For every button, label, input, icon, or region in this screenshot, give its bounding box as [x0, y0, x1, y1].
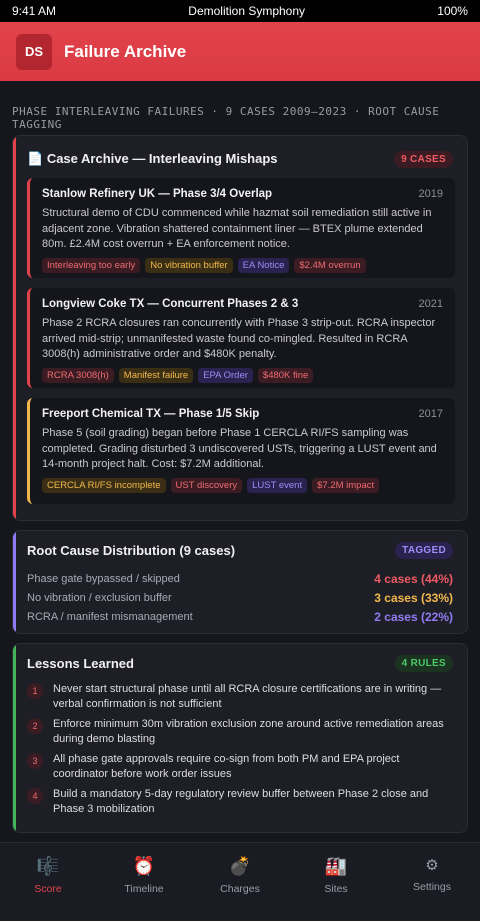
status-bar: 9:41 AM Demolition Symphony 100% — [0, 0, 480, 22]
root-cause-card: Root Cause Distribution (9 cases) TAGGED… — [12, 530, 468, 634]
lesson-text: Build a mandatory 5-day regulatory revie… — [53, 788, 429, 815]
case-tag: Interleaving too early — [42, 257, 141, 273]
case-title: Stanlow Refinery UK — Phase 3/4 Overlap — [42, 188, 273, 200]
rules-badge: 4 RULES — [394, 654, 453, 672]
nav-sites[interactable]: 🏭 Sites — [288, 843, 384, 921]
lesson-text: Enforce minimum 30m vibration exclusion … — [53, 718, 444, 745]
case-tag: UST discovery — [170, 477, 243, 493]
nav-label: Timeline — [124, 883, 164, 895]
document-icon: 📄 — [27, 151, 44, 166]
lesson-number: 3 — [27, 753, 43, 769]
root-cause-label: RCRA / manifest mismanagement — [27, 610, 193, 623]
case-tag: RCRA 3008(h) — [42, 367, 114, 383]
root-cause-row: Phase gate bypassed / skipped 4 cases (4… — [13, 569, 467, 588]
root-cause-label: No vibration / exclusion buffer — [27, 591, 172, 604]
case-description: Phase 5 (soil grading) began before Phas… — [42, 427, 437, 470]
nav-label: Sites — [324, 883, 348, 895]
lesson-number: 2 — [27, 718, 43, 734]
root-cause-value: 3 cases (33%) — [374, 590, 453, 605]
gear-icon: ⚙ — [425, 857, 439, 874]
nav-timeline[interactable]: ⏰ Timeline — [96, 843, 192, 921]
bottom-nav: 🎼 Score ⏰ Timeline 💣 Charges 🏭 Sites ⚙ S… — [0, 842, 480, 921]
case-title: Longview Coke TX — Concurrent Phases 2 &… — [42, 298, 299, 310]
case-tag: $7.2M impact — [312, 477, 380, 493]
nav-label: Charges — [220, 883, 260, 895]
case-item[interactable]: Stanlow Refinery UK — Phase 3/4 Overlap … — [27, 178, 455, 278]
app-header: DS Failure Archive — [0, 22, 480, 81]
case-item[interactable]: Freeport Chemical TX — Phase 1/5 Skip 20… — [27, 398, 455, 504]
case-item[interactable]: Longview Coke TX — Concurrent Phases 2 &… — [27, 288, 455, 388]
case-archive-card: 📄 Case Archive — Interleaving Mishaps 9 … — [12, 135, 468, 521]
root-cause-label: Phase gate bypassed / skipped — [27, 572, 180, 585]
nav-charges[interactable]: 💣 Charges — [192, 843, 288, 921]
case-tag: $480K fine — [257, 367, 314, 383]
case-tag: No vibration buffer — [145, 257, 233, 273]
case-description: Structural demo of CDU commenced while h… — [42, 207, 432, 250]
case-tag: $2.4M overrun — [294, 257, 366, 273]
case-year: 2019 — [418, 188, 443, 200]
alarm-clock-icon: ⏰ — [132, 856, 156, 876]
score-icon: 🎼 — [36, 856, 60, 876]
lesson-item: 1 Never start structural phase until all… — [13, 682, 467, 712]
lesson-number: 1 — [27, 683, 43, 699]
root-cause-title: Root Cause Distribution (9 cases) — [27, 542, 236, 558]
case-archive-title: 📄 Case Archive — Interleaving Mishaps — [27, 151, 278, 167]
lesson-text: All phase gate approvals require co-sign… — [53, 753, 400, 780]
case-archive-heading: Case Archive — Interleaving Mishaps — [46, 151, 278, 166]
bomb-icon: 💣 — [228, 856, 252, 876]
tagged-badge: TAGGED — [395, 541, 453, 559]
case-tag: EA Notice — [237, 257, 290, 273]
page-title: Failure Archive — [64, 41, 187, 61]
status-battery: 100% — [437, 4, 468, 18]
lesson-text: Never start structural phase until all R… — [53, 683, 442, 710]
case-tag: Manifest failure — [118, 367, 194, 383]
case-title: Freeport Chemical TX — Phase 1/5 Skip — [42, 408, 260, 420]
nav-score[interactable]: 🎼 Score — [0, 843, 96, 921]
nav-settings[interactable]: ⚙ Settings — [384, 843, 480, 921]
case-tag: LUST event — [247, 477, 308, 493]
lesson-item: 4 Build a mandatory 5-day regulatory rev… — [13, 787, 467, 817]
status-time: 9:41 AM — [12, 4, 57, 18]
app-logo: DS — [16, 33, 52, 70]
lessons-title: Lessons Learned — [27, 655, 134, 671]
root-cause-value: 4 cases (44%) — [374, 571, 453, 586]
nav-label: Settings — [413, 881, 451, 893]
status-title: Demolition Symphony — [188, 4, 306, 18]
lesson-number: 4 — [27, 788, 43, 804]
lessons-card: Lessons Learned 4 RULES 1 Never start st… — [12, 643, 468, 833]
case-year: 2021 — [418, 298, 443, 310]
section-label: PHASE INTERLEAVING FAILURES · 9 CASES 20… — [12, 105, 440, 131]
lesson-item: 2 Enforce minimum 30m vibration exclusio… — [13, 717, 467, 747]
lesson-item: 3 All phase gate approvals require co-si… — [13, 752, 467, 782]
case-tag: EPA Order — [198, 367, 253, 383]
root-cause-value: 2 cases (22%) — [374, 609, 453, 624]
factory-icon: 🏭 — [324, 856, 348, 876]
nav-label: Score — [34, 883, 62, 895]
cases-count-badge: 9 CASES — [394, 150, 453, 168]
case-tag: CERCLA RI/FS incomplete — [42, 477, 166, 493]
case-year: 2017 — [418, 408, 443, 420]
root-cause-row: RCRA / manifest mismanagement 2 cases (2… — [13, 607, 467, 626]
root-cause-row: No vibration / exclusion buffer 3 cases … — [13, 588, 467, 607]
case-description: Phase 2 RCRA closures ran concurrently w… — [42, 317, 436, 360]
